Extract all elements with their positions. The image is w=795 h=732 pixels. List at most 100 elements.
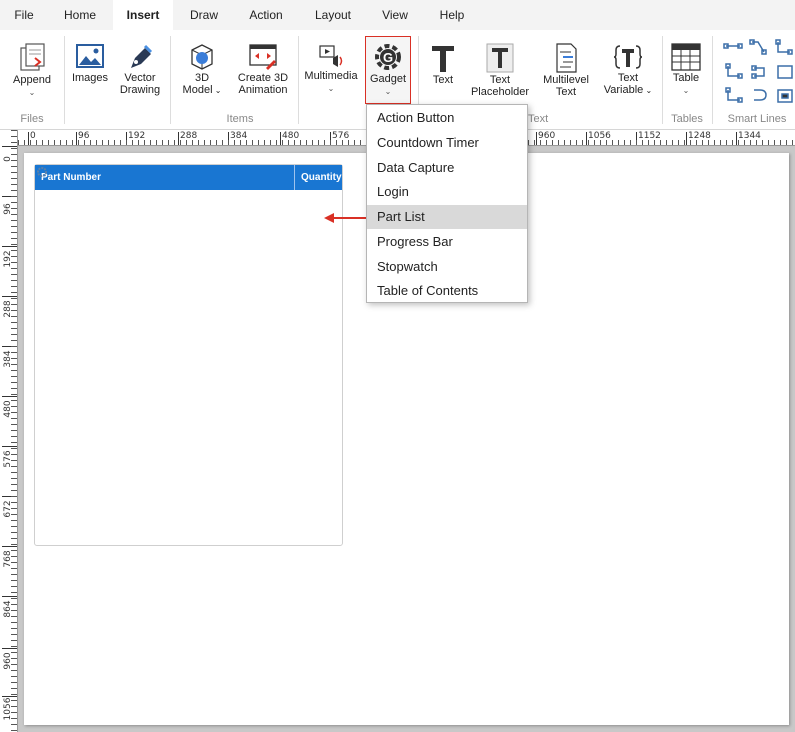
ruler-label: 192 xyxy=(128,131,146,141)
text-button[interactable]: Text xyxy=(424,42,462,86)
menu-item-table-of-contents[interactable]: Table of Contents xyxy=(367,279,527,303)
group-separator xyxy=(170,36,171,124)
ruler-minor-tick xyxy=(11,412,17,413)
ruler-minor-tick xyxy=(534,140,535,145)
text-placeholder-label-1: Text xyxy=(489,74,511,86)
images-label: Images xyxy=(71,72,109,84)
table-label: Table xyxy=(672,72,700,84)
menu-item-part-list[interactable]: Part List xyxy=(367,205,527,229)
images-button[interactable]: Images xyxy=(68,42,112,84)
part-list-widget[interactable]: Part Number Quantity xyxy=(34,164,343,546)
gadget-dropdown-menu: Action Button Countdown Timer Data Captu… xyxy=(366,104,528,303)
ruler-label: 864 xyxy=(3,600,13,618)
ruler-tick xyxy=(76,132,77,145)
tab-action[interactable]: Action xyxy=(240,0,292,30)
ruler-minor-tick xyxy=(11,508,17,509)
menu-item-data-capture[interactable]: Data Capture xyxy=(367,156,527,180)
tab-help[interactable]: Help xyxy=(430,0,474,30)
model-label-1: 3D xyxy=(194,72,210,84)
gadget-label: Gadget xyxy=(369,73,407,85)
ruler-minor-tick xyxy=(54,140,55,145)
append-icon xyxy=(20,43,45,71)
ruler-minor-tick xyxy=(138,140,139,145)
tab-file[interactable]: File xyxy=(4,0,44,30)
ruler-minor-tick xyxy=(546,140,547,145)
tab-draw[interactable]: Draw xyxy=(180,0,228,30)
menu-item-countdown-timer[interactable]: Countdown Timer xyxy=(367,131,527,155)
ruler-minor-tick xyxy=(564,140,565,145)
menu-item-progress-bar[interactable]: Progress Bar xyxy=(367,230,527,254)
ruler-minor-tick xyxy=(11,196,17,197)
ruler-minor-tick xyxy=(102,140,103,145)
ruler-minor-tick xyxy=(11,676,17,677)
ruler-minor-tick xyxy=(600,140,601,145)
ruler-minor-tick xyxy=(576,140,577,145)
table-button[interactable]: Table ⌄ xyxy=(666,42,706,97)
tab-insert[interactable]: Insert xyxy=(113,0,173,30)
multilevel-text-button[interactable]: Multilevel Text xyxy=(538,42,594,98)
menu-item-login[interactable]: Login xyxy=(367,180,527,204)
append-button[interactable]: Append ⌄ xyxy=(8,42,56,99)
ruler-minor-tick xyxy=(11,664,17,665)
ruler-minor-tick xyxy=(11,370,17,371)
ruler-minor-tick xyxy=(246,140,247,145)
ruler-tick xyxy=(686,132,687,145)
group-label-files: Files xyxy=(20,113,44,125)
ruler-minor-tick xyxy=(11,532,17,533)
ruler-minor-tick xyxy=(11,706,17,707)
3d-model-button[interactable]: 3D Model ⌄ xyxy=(176,42,228,97)
tab-home[interactable]: Home xyxy=(55,0,105,30)
vector-label-2: Drawing xyxy=(119,84,161,96)
ruler-minor-tick xyxy=(210,140,211,145)
group-label-tables: Tables xyxy=(671,113,703,125)
ruler-minor-tick xyxy=(11,178,17,179)
menu-item-stopwatch[interactable]: Stopwatch xyxy=(367,255,527,279)
ruler-minor-tick xyxy=(11,394,17,395)
ruler-minor-tick xyxy=(11,418,17,419)
ruler-minor-tick xyxy=(708,140,709,145)
create-3d-animation-button[interactable]: Create 3D Animation xyxy=(234,42,292,96)
ruler-minor-tick xyxy=(11,490,17,491)
ruler-minor-tick xyxy=(11,658,17,659)
ruler-label: 576 xyxy=(3,450,13,468)
ruler-minor-tick xyxy=(702,140,703,145)
gadget-button[interactable]: G Gadget ⌄ xyxy=(365,36,411,104)
ruler-minor-tick xyxy=(252,140,253,145)
ruler-minor-tick xyxy=(618,140,619,145)
ruler-minor-tick xyxy=(690,140,691,145)
multilevel-label-1: Multilevel xyxy=(543,74,589,86)
ruler-minor-tick xyxy=(336,140,337,145)
ruler-minor-tick xyxy=(774,140,775,145)
ruler-minor-tick xyxy=(11,634,17,635)
vector-drawing-button[interactable]: Vector Drawing xyxy=(116,42,164,96)
text-placeholder-button[interactable]: Text Placeholder xyxy=(468,42,532,98)
ruler-minor-tick xyxy=(678,140,679,145)
ruler-minor-tick xyxy=(570,140,571,145)
multimedia-button[interactable]: Multimedia ⌄ xyxy=(300,42,362,95)
tab-layout[interactable]: Layout xyxy=(308,0,358,30)
ruler-minor-tick xyxy=(660,140,661,145)
text-variable-button[interactable]: Text Variable ⌄ xyxy=(600,42,656,97)
ruler-minor-tick xyxy=(11,640,17,641)
ruler-minor-tick xyxy=(354,140,355,145)
ruler-minor-tick xyxy=(192,140,193,145)
menu-item-action-button[interactable]: Action Button xyxy=(367,106,527,130)
ruler-minor-tick xyxy=(11,160,17,161)
ruler-minor-tick xyxy=(11,286,17,287)
tab-view[interactable]: View xyxy=(372,0,418,30)
red-arrow-annotation xyxy=(324,213,368,223)
ruler-minor-tick xyxy=(714,140,715,145)
ruler-minor-tick xyxy=(11,484,17,485)
ruler-minor-tick xyxy=(768,140,769,145)
ruler-minor-tick xyxy=(11,292,17,293)
ruler-minor-tick xyxy=(762,140,763,145)
ruler-label: 96 xyxy=(3,203,13,215)
ruler-minor-tick xyxy=(11,628,17,629)
ruler-minor-tick xyxy=(744,140,745,145)
ruler-minor-tick xyxy=(11,550,17,551)
ruler-tick xyxy=(536,132,537,145)
ruler-minor-tick xyxy=(11,556,17,557)
ruler-minor-tick xyxy=(162,140,163,145)
smart-lines-icons[interactable] xyxy=(722,38,794,106)
ruler-minor-tick xyxy=(66,140,67,145)
